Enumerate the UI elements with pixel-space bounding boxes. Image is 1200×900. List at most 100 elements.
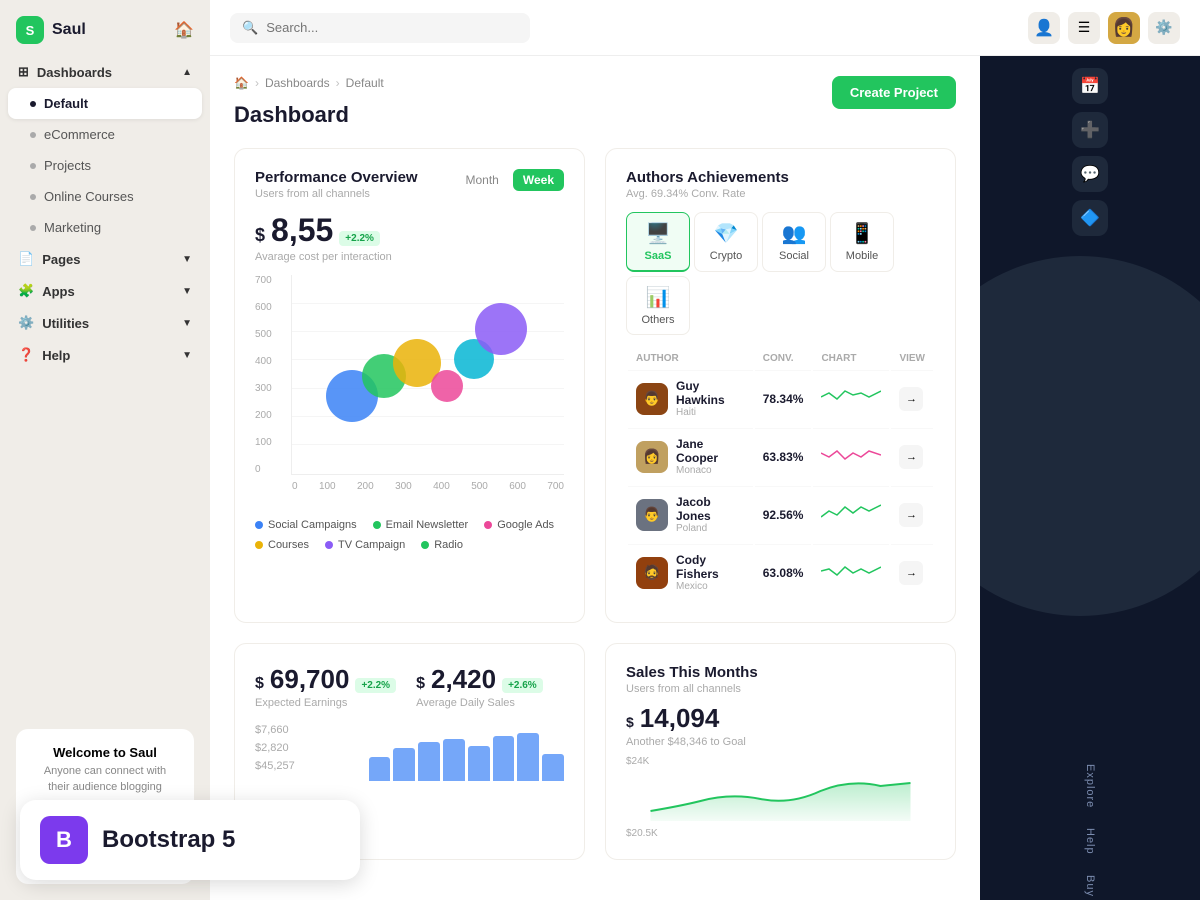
view-button-1[interactable]: → — [899, 387, 923, 411]
welcome-sub: Anyone can connect with their audience b… — [32, 764, 178, 795]
topbar-avatar-small[interactable]: 👤 — [1028, 12, 1060, 44]
authors-tabs: 🖥️ SaaS 💎 Crypto 👥 Social 📱 — [626, 212, 935, 335]
legend-tv: TV Campaign — [325, 539, 405, 551]
bootstrap-badge: B Bootstrap 5 — [20, 800, 360, 880]
topbar: 🔍 👤 ☰ 👩 ⚙️ — [210, 0, 1200, 56]
legend-email: Email Newsletter — [373, 519, 469, 531]
dashboard-grid: Performance Overview Users from all chan… — [234, 148, 956, 623]
explore-label[interactable]: Explore — [1084, 764, 1096, 808]
tab-month[interactable]: Month — [456, 169, 509, 191]
bar — [493, 736, 515, 781]
daily-sales-label: Average Daily Sales — [416, 697, 543, 709]
earnings-stat: $ 69,700 +2.2% Expected Earnings — [255, 664, 396, 709]
others-icon: 📊 — [646, 285, 671, 310]
page-title: Dashboard — [234, 102, 384, 128]
tab-others[interactable]: 📊 Others — [626, 276, 690, 335]
rp-chat-icon[interactable]: 💬 — [1072, 156, 1108, 192]
tab-mobile[interactable]: 📱 Mobile — [830, 212, 894, 272]
view-button-4[interactable]: → — [899, 561, 923, 585]
bar-chart — [369, 721, 564, 781]
buy-now-label[interactable]: Buy now — [1084, 875, 1096, 900]
sidebar-item-ecommerce[interactable]: eCommerce — [8, 119, 202, 150]
chevron-down-icon: ▼ — [182, 318, 192, 329]
app-name: Saul — [52, 21, 86, 39]
bootstrap-icon: B — [40, 816, 88, 864]
col-author: AUTHOR — [628, 349, 753, 368]
performance-value-label: Avarage cost per interaction — [255, 251, 564, 263]
sidebar-item-marketing[interactable]: Marketing — [8, 212, 202, 243]
rp-add-icon[interactable]: ➕ — [1072, 112, 1108, 148]
search-bar[interactable]: 🔍 — [230, 13, 530, 43]
rp-code-icon[interactable]: 🔷 — [1072, 200, 1108, 236]
home-icon[interactable]: 🏠 — [234, 76, 249, 90]
chevron-down-icon: ▼ — [182, 254, 192, 265]
view-button-3[interactable]: → — [899, 503, 923, 527]
performance-title: Performance Overview — [255, 169, 418, 186]
social-icon: 👥 — [782, 221, 807, 246]
tab-week[interactable]: Week — [513, 169, 564, 191]
nav-dot — [30, 132, 36, 138]
sidebar-item-apps[interactable]: 🧩 Apps ▼ — [8, 275, 202, 307]
sales-sub: Users from all channels — [626, 683, 935, 695]
side-values: $7,660 $2,820 $45,257 — [255, 721, 353, 781]
bar — [418, 742, 440, 781]
help-label[interactable]: Help — [1084, 828, 1096, 855]
tab-social[interactable]: 👥 Social — [762, 212, 826, 272]
topbar-menu-icon[interactable]: ☰ — [1068, 12, 1100, 44]
topbar-settings-icon[interactable]: ⚙️ — [1148, 12, 1180, 44]
topbar-avatar[interactable]: 👩 — [1108, 12, 1140, 44]
back-icon[interactable]: 🏠 — [174, 20, 194, 40]
performance-value: $ 8,55 +2.2% — [255, 212, 564, 249]
bubble-radio — [475, 303, 527, 355]
sidebar-item-utilities[interactable]: ⚙️ Utilities ▼ — [8, 307, 202, 339]
author-info: 👩 Jane Cooper Monaco — [636, 437, 745, 476]
legend-dot-courses — [255, 541, 263, 549]
performance-tabs: Month Week — [456, 169, 565, 191]
topbar-right: 👤 ☰ 👩 ⚙️ — [1028, 12, 1180, 44]
right-panel: 📅 ➕ 💬 🔷 Explore Help Buy now — [980, 56, 1200, 900]
col-view: VIEW — [891, 349, 933, 368]
author-avatar: 👨 — [636, 383, 668, 415]
sidebar-item-default[interactable]: Default — [8, 88, 202, 119]
author-row: 👩 Jane Cooper Monaco 63.83% — [628, 428, 933, 484]
sidebar-item-dashboards[interactable]: ⊞ Dashboards ▲ — [8, 56, 202, 88]
author-avatar: 👨 — [636, 499, 668, 531]
mini-chart-1 — [821, 385, 881, 409]
rp-calendar-icon[interactable]: 📅 — [1072, 68, 1108, 104]
col-chart: CHART — [813, 349, 889, 368]
legend-dot-google — [484, 521, 492, 529]
sidebar-item-online-courses[interactable]: Online Courses — [8, 181, 202, 212]
author-avatar: 🧔 — [636, 557, 668, 589]
tab-saas[interactable]: 🖥️ SaaS — [626, 212, 690, 272]
bar — [468, 746, 490, 781]
dashboard: 🏠 › Dashboards › Default Dashboard Creat… — [210, 56, 980, 900]
app-logo: S — [16, 16, 44, 44]
chevron-down-icon: ▼ — [182, 350, 192, 361]
search-icon: 🔍 — [242, 20, 258, 36]
crypto-icon: 💎 — [714, 221, 739, 246]
authors-card-header: Authors Achievements Avg. 69.34% Conv. R… — [626, 169, 935, 200]
daily-sales-stat: $ 2,420 +2.6% Average Daily Sales — [416, 664, 543, 709]
performance-card-header: Performance Overview Users from all chan… — [255, 169, 564, 200]
search-input[interactable] — [266, 20, 518, 35]
author-avatar: 👩 — [636, 441, 668, 473]
earnings-label: Expected Earnings — [255, 697, 396, 709]
saas-icon: 🖥️ — [646, 221, 671, 246]
bar — [517, 733, 539, 781]
authors-sub: Avg. 69.34% Conv. Rate — [626, 188, 789, 200]
view-button-2[interactable]: → — [899, 445, 923, 469]
main-area: 🔍 👤 ☰ 👩 ⚙️ 🏠 — [210, 0, 1200, 900]
sales-chart-area: $24K $20.5K — [626, 756, 935, 839]
sales-value: $ 14,094 — [626, 703, 935, 734]
breadcrumb-dashboards[interactable]: Dashboards — [265, 76, 330, 90]
sidebar-item-pages[interactable]: 📄 Pages ▼ — [8, 243, 202, 275]
tab-crypto[interactable]: 💎 Crypto — [694, 212, 758, 272]
sidebar-item-help[interactable]: ❓ Help ▼ — [8, 339, 202, 371]
create-project-button[interactable]: Create Project — [832, 76, 956, 109]
sidebar: S Saul 🏠 ⊞ Dashboards ▲ Default eCommerc… — [0, 0, 210, 900]
author-info: 👨 Guy Hawkins Haiti — [636, 379, 745, 418]
sidebar-item-projects[interactable]: Projects — [8, 150, 202, 181]
author-row: 🧔 Cody Fishers Mexico 63.08% — [628, 544, 933, 600]
legend-google: Google Ads — [484, 519, 554, 531]
author-info: 🧔 Cody Fishers Mexico — [636, 553, 745, 592]
